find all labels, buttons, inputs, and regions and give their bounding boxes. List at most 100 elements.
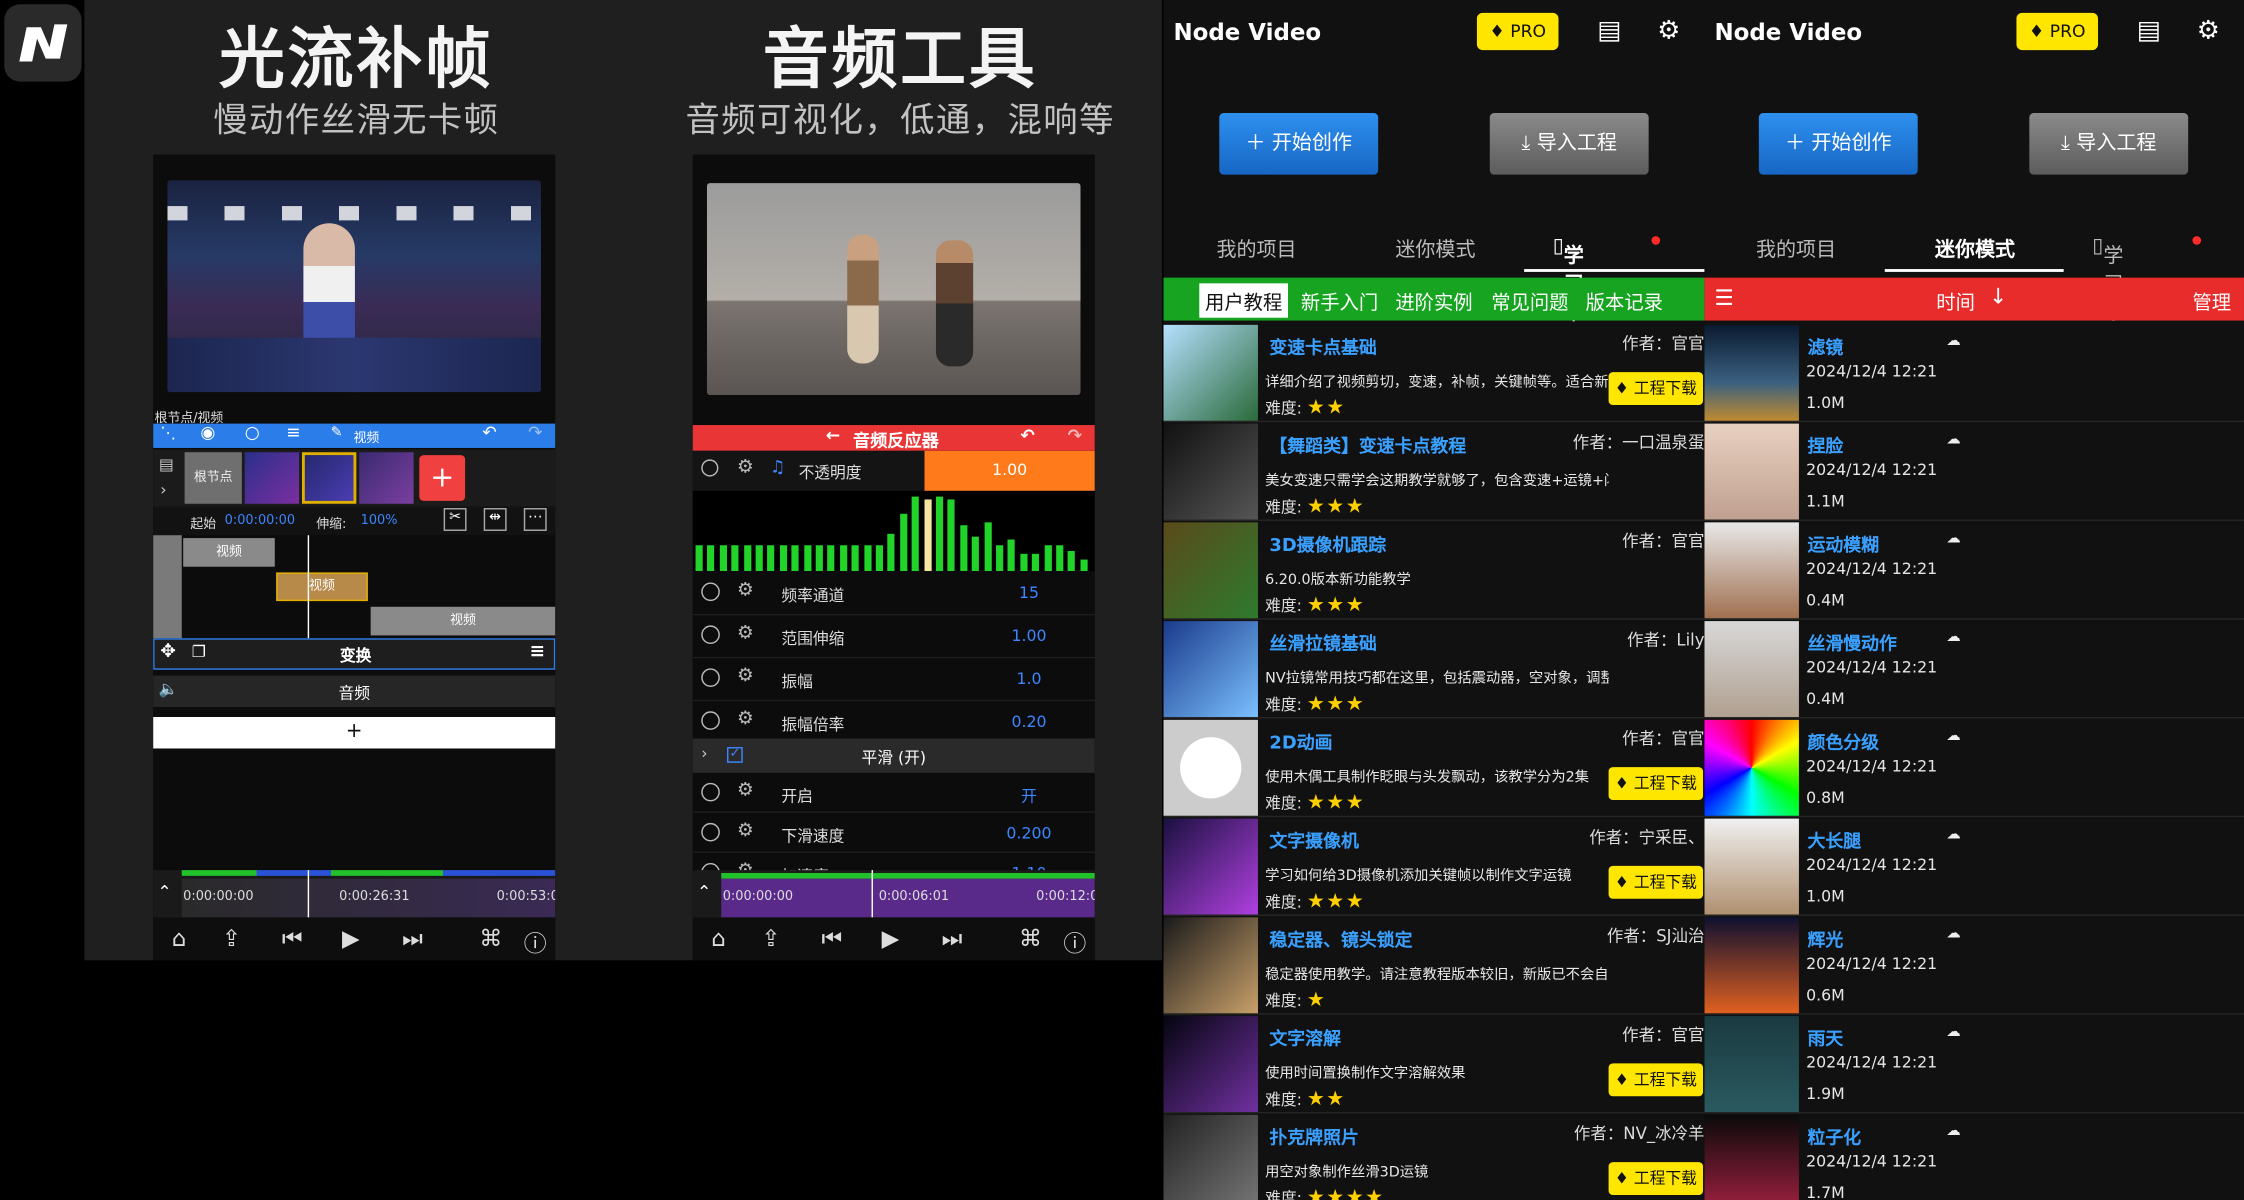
export-icon-2[interactable]: ⇪ [761,925,780,952]
play-icon-2[interactable]: ▶ [882,925,900,952]
bookmark-icon[interactable]: ⌘ [479,925,502,952]
smooth-param-value[interactable]: 开 [993,784,1065,807]
cloud-link-icon[interactable]: ☁ [1946,827,1960,843]
tutorial-title[interactable]: 稳定器、镜头锁定 [1269,925,1412,952]
audio-row[interactable]: 🔈 音频 [153,675,556,707]
menu-icon[interactable]: ≡ [286,422,300,442]
undo-icon-2[interactable]: ↶ [1020,425,1034,445]
tutorial-title[interactable]: 扑克牌照片 [1269,1122,1358,1149]
project-thumbnail[interactable] [1704,1114,1799,1200]
project-thumbnail[interactable] [1704,917,1799,1014]
tutorial-thumbnail[interactable] [1163,917,1258,1014]
smooth-section[interactable]: › ✓ 平滑 (开) [692,738,1095,773]
sort-arrow-icon[interactable]: ↓ [1989,283,2007,309]
undo-icon[interactable]: ↶ [482,422,496,442]
project-card[interactable]: 丝滑慢动作 ☁ 2024/12/4 12:21 0.4M [1704,621,2244,719]
edit-icon[interactable]: ✎ [331,425,343,441]
project-thumbnail[interactable] [1704,324,1799,421]
param-row[interactable]: ⚙ 频率通道 15 [692,572,1095,616]
param-row[interactable]: ⚙ 振幅 1.0 [692,658,1095,702]
keyframe-icon[interactable] [701,822,720,842]
back-arrow-icon[interactable]: ← [826,425,840,445]
cloud-link-icon[interactable]: ☁ [1946,630,1960,646]
collapse-icon-2[interactable]: ⌃ [697,882,711,902]
subtab-changelog[interactable]: 版本记录 [1586,286,1663,315]
download-project-button[interactable]: ♦ 工程下载 [1608,1063,1704,1097]
settings-icon[interactable]: ⚙ [737,623,754,644]
project-thumbnail[interactable] [1704,621,1799,717]
tutorial-title[interactable]: 文字溶解 [1269,1023,1341,1050]
opacity-row[interactable]: ⚙ ♫ 不透明度 1.00 [692,450,1095,491]
node-thumb-3[interactable] [359,452,414,504]
tutorial-title[interactable]: 2D动画 [1269,727,1332,754]
home-icon[interactable]: ⌂ [172,925,187,952]
import-button-2[interactable]: ⤓ 导入工程 [2029,113,2189,175]
keyframe-icon[interactable] [701,625,720,645]
tab-learning-center-2[interactable]: ▯ 学习中心 [2092,235,2123,354]
tutorial-card[interactable]: 文字摄像机 作者：宁采臣、 学习如何给3D摄像机添加关键帧以制作文字运镜 难度: ★★… [1163,818,1705,916]
redo-icon[interactable]: ↷ [528,422,542,442]
project-title[interactable]: 运动模糊 [1808,530,1880,557]
add-effect-button[interactable]: + [153,716,556,749]
tutorial-card[interactable]: 扑克牌照片 作者：NV_冰冷羊 用空对象制作丝滑3D运镜 难度: ★★★★ ♦ 工程下载 [1163,1114,1705,1200]
keyframe-icon[interactable] [701,782,720,802]
settings-icon[interactable]: ⚙ [737,708,754,729]
help-icon[interactable]: ⓘ [524,925,547,959]
project-title[interactable]: 丝滑慢动作 [1808,628,1897,655]
prev-frame-icon[interactable]: ⏮ [282,925,303,954]
param-value[interactable]: 15 [993,584,1065,603]
tutorial-thumbnail[interactable] [1163,1016,1258,1112]
cloud-link-icon[interactable]: ☁ [1946,728,1960,744]
keyframe-icon[interactable] [701,668,720,687]
cloud-link-icon[interactable]: ☁ [1946,1025,1960,1041]
root-node[interactable]: 根节点 [184,452,242,504]
cloud-link-icon[interactable]: ☁ [1946,432,1960,448]
play-icon[interactable]: ▶ [342,925,360,952]
track-clip-3[interactable]: 视频 [370,606,556,636]
pro-button[interactable]: ♦ PRO [1476,12,1559,51]
project-title[interactable]: 捏脸 [1808,431,1844,458]
settings-icon[interactable]: ⚙ [737,820,754,841]
project-thumbnail[interactable] [1704,423,1799,520]
tutorial-thumbnail[interactable] [1163,621,1258,717]
layers-icon[interactable]: ▤ [159,455,174,474]
project-card[interactable]: 捏脸 ☁ 2024/12/4 12:21 1.1M [1704,423,2244,521]
subtab-advanced[interactable]: 进阶实例 [1395,286,1472,315]
project-title[interactable]: 雨天 [1808,1023,1844,1050]
project-title[interactable]: 辉光 [1808,925,1844,952]
timeline-2[interactable]: ⌃ 0:00:00:00 0:00:06:01 0:00:12:02 [692,870,1095,919]
keyframe-icon[interactable] [701,582,720,602]
keyframe-icon[interactable] [701,459,719,477]
smooth-param-row[interactable]: ⚙ 开启 开 [692,773,1095,813]
param-value[interactable]: 1.0 [993,670,1065,689]
next-frame-icon[interactable]: ⏭ [402,925,423,954]
tutorial-title[interactable]: 文字摄像机 [1269,826,1358,853]
tab-mini-mode-2[interactable]: 迷你模式 [1935,235,2015,264]
cloud-link-icon[interactable]: ☁ [1946,1123,1960,1139]
download-project-button[interactable]: ♦ 工程下载 [1608,372,1704,406]
tutorial-title[interactable]: 变速卡点基础 [1269,332,1376,359]
create-button-2[interactable]: ＋ 开始创作 [1758,113,1918,175]
project-title[interactable]: 滤镜 [1808,332,1844,359]
smooth-param-row[interactable]: ⚙ 下滑速度 0.200 [692,813,1095,853]
tutorial-card[interactable]: 丝滑拉镜基础 作者：Lily NV拉镜常用技巧都在这里，包括震动器，空对象，调整图层… [1163,621,1705,719]
more-icon[interactable]: ⋯ [523,508,547,531]
tutorial-card[interactable]: 变速卡点基础 作者：官官详细介绍了视频剪切，变速，补帧，关键帧等。适合新手入门难度… [1163,324,1705,423]
create-button[interactable]: ＋ 开始创作 [1219,113,1379,175]
redo-icon-2[interactable]: ↷ [1068,425,1082,445]
download-project-button[interactable]: ♦ 工程下载 [1608,865,1704,899]
import-button[interactable]: ⤓ 导入工程 [1489,113,1649,175]
sort-label[interactable]: 时间 [1936,286,1975,315]
project-card[interactable]: 大长腿 ☁ 2024/12/4 12:21 1.0M [1704,818,2244,916]
download-project-button[interactable]: ♦ 工程下载 [1608,767,1704,800]
circle-icon[interactable]: ○ [245,422,260,442]
node-thumb-1[interactable] [244,452,300,504]
pro-button-2[interactable]: ♦ PRO [2016,12,2099,51]
tab-my-projects-2[interactable]: 我的项目 [1756,235,1836,264]
tutorial-title[interactable]: 【舞蹈类】变速卡点教程 [1269,431,1466,458]
document-icon[interactable]: ▤ [1597,16,1621,46]
smooth-param-value[interactable]: 0.200 [993,824,1065,843]
node-thumb-2[interactable] [301,452,357,504]
project-card[interactable]: 滤镜 ☁ 2024/12/4 12:21 1.0M [1704,324,2244,423]
bookmark-icon-2[interactable]: ⌘ [1019,925,1042,952]
